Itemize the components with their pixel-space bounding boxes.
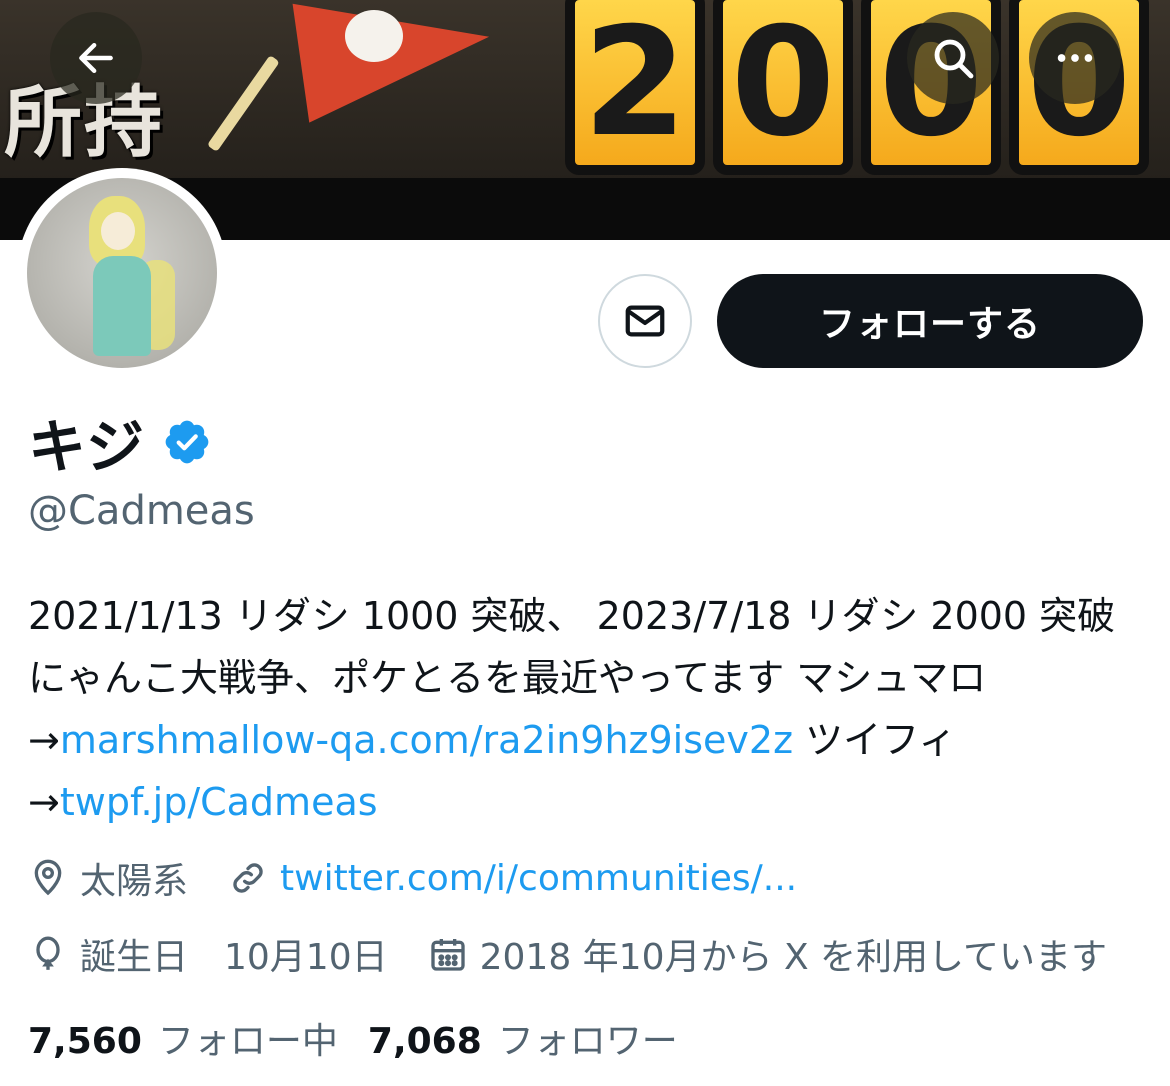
following-label[interactable]: フォロー中: [158, 1012, 338, 1064]
search-button[interactable]: [907, 12, 999, 104]
avatar[interactable]: [17, 168, 227, 378]
profile-meta-row: 誕生日 10月10日 2018 年10月から X を利用しています: [28, 928, 1147, 980]
balloon-icon: [36, 936, 60, 970]
bio-link-twpf[interactable]: twpf.jp/Cadmeas: [60, 780, 378, 824]
birthday: 誕生日 10月10日: [28, 928, 388, 980]
follow-button[interactable]: フォローする: [717, 274, 1143, 368]
location-pin-icon: [34, 859, 62, 896]
verified-badge-icon[interactable]: [162, 417, 212, 467]
birthday-text: 誕生日 10月10日: [80, 937, 388, 978]
message-button[interactable]: [598, 274, 692, 368]
banner-digit: 0: [713, 0, 853, 175]
arrow-left-icon: [79, 42, 113, 74]
calendar-icon: [430, 939, 465, 971]
join-date-text: 2018 年10月から X を利用しています: [479, 937, 1107, 978]
followers-label[interactable]: フォロワー: [498, 1012, 678, 1064]
join-date: 2018 年10月から X を利用しています: [428, 928, 1107, 980]
profile-bio: 2021/1/13 リダシ 1000 突破、 2023/7/18 リダシ 200…: [28, 585, 1138, 833]
profile-name-row: キジ: [28, 400, 212, 484]
following-count[interactable]: 7,560: [28, 1021, 142, 1062]
link-icon: [233, 863, 263, 893]
envelope-icon: [625, 305, 665, 337]
avatar-image: [27, 178, 217, 368]
profile-meta-row: 太陽系 twitter.com/i/communities/...: [28, 852, 837, 904]
more-icon: [1057, 54, 1093, 62]
location: 太陽系: [28, 852, 188, 904]
more-button[interactable]: [1029, 12, 1121, 104]
website[interactable]: twitter.com/i/communities/...: [228, 858, 797, 899]
handle: @Cadmeas: [28, 488, 255, 534]
website-link[interactable]: twitter.com/i/communities/...: [280, 858, 797, 899]
banner-paw-icon: [345, 10, 403, 62]
bio-link-marshmallow[interactable]: marshmallow-qa.com/ra2in9hz9isev2z: [60, 718, 793, 762]
display-name: キジ: [28, 413, 145, 481]
back-button[interactable]: [50, 12, 142, 104]
search-icon: [934, 39, 974, 79]
follow-stats: 7,560 フォロー中 7,068 フォロワー: [28, 1012, 708, 1064]
followers-count[interactable]: 7,068: [368, 1021, 482, 1062]
banner-digit: 2: [565, 0, 705, 175]
location-text: 太陽系: [80, 861, 189, 902]
